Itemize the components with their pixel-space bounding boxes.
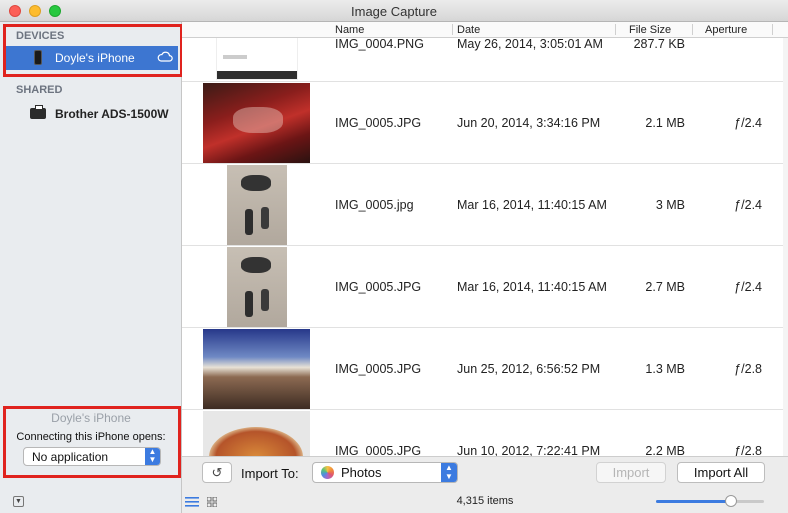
vertical-scrollbar[interactable] [783,38,788,456]
file-size: 1.3 MB [645,362,685,376]
file-name: IMG_0004.PNG [335,38,424,51]
file-size: 3 MB [655,198,685,212]
file-size: 2.1 MB [645,116,685,130]
table-row[interactable]: IMG_0005.JPG Jun 10, 2012, 7:22:41 PM 2.… [182,410,783,456]
file-name: IMG_0005.jpg [335,198,414,212]
scanner-icon [30,105,46,119]
sidebar-item-scanner[interactable]: Brother ADS-1500W [4,102,178,126]
highlight-box-device-panel [3,406,181,478]
column-headers: Name Date File Size Aperture [182,22,788,38]
file-aperture: ƒ/2.8 [734,362,762,376]
shared-header: SHARED [16,84,63,96]
import-all-button[interactable]: Import All [677,462,765,483]
import-button[interactable]: Import [596,462,666,483]
column-date[interactable]: Date [457,24,480,36]
file-size: 287.7 KB [633,38,685,51]
rotate-left-icon: ↺ [211,465,223,480]
thumbnail [203,83,310,163]
file-name: IMG_0005.JPG [335,116,422,130]
table-row[interactable]: IMG_0004.PNG May 26, 2014, 3:05:01 AM 28… [182,38,783,82]
popup-arrows-icon: ▲ ▼ [441,463,457,482]
file-date: Mar 16, 2014, 11:40:15 AM [457,280,607,294]
window-title: Image Capture [351,4,437,19]
file-name: IMG_0005.JPG [335,444,422,456]
table-row[interactable]: IMG_0005.JPG Mar 16, 2014, 11:40:15 AM 2… [182,246,783,328]
file-aperture: ƒ/2.4 [734,116,762,130]
file-date: May 26, 2014, 3:05:01 AM [457,38,603,51]
thumbnail [203,329,310,409]
title-bar: Image Capture [0,0,788,22]
file-list[interactable]: IMG_0004.PNG May 26, 2014, 3:05:01 AM 28… [182,38,783,456]
file-date: Jun 10, 2012, 7:22:41 PM [457,444,601,456]
column-file-size[interactable]: File Size [629,24,671,36]
import-toolbar: ↺ Import To: Photos ▲ ▼ Import Import All [182,456,788,488]
file-aperture: ƒ/2.8 [734,444,762,456]
hide-device-panel-button[interactable]: ▼ [13,496,24,507]
photos-icon [321,466,334,479]
file-date: Jun 25, 2012, 6:56:52 PM [457,362,601,376]
rotate-left-button[interactable]: ↺ [202,462,232,483]
import-to-label: Import To: [241,466,299,481]
status-bar: 4,315 items [182,488,788,513]
column-name[interactable]: Name [335,24,364,36]
file-size: 2.2 MB [645,444,685,456]
slider-fill [656,500,732,503]
highlight-box-devices [3,24,183,77]
file-size: 2.7 MB [645,280,685,294]
file-date: Mar 16, 2014, 11:40:15 AM [457,198,607,212]
file-name: IMG_0005.JPG [335,362,422,376]
table-row[interactable]: IMG_0005.jpg Mar 16, 2014, 11:40:15 AM 3… [182,164,783,246]
import-destination-popup[interactable]: Photos ▲ ▼ [312,462,458,483]
sidebar-item-label: Brother ADS-1500W [55,107,169,121]
slider-knob[interactable] [725,495,738,507]
file-name: IMG_0005.JPG [335,280,422,294]
thumbnail [227,165,287,245]
table-row[interactable]: IMG_0005.JPG Jun 25, 2012, 6:56:52 PM 1.… [182,328,783,410]
column-aperture[interactable]: Aperture [705,24,747,36]
thumbnail [216,38,298,80]
thumbnail-size-slider[interactable] [656,495,764,507]
file-date: Jun 20, 2014, 3:34:16 PM [457,116,601,130]
file-aperture: ƒ/2.4 [734,198,762,212]
thumbnail [203,411,310,456]
table-row[interactable]: IMG_0005.JPG Jun 20, 2014, 3:34:16 PM 2.… [182,82,783,164]
import-destination-value: Photos [341,465,382,480]
thumbnail [227,247,287,327]
file-aperture: ƒ/2.4 [734,280,762,294]
